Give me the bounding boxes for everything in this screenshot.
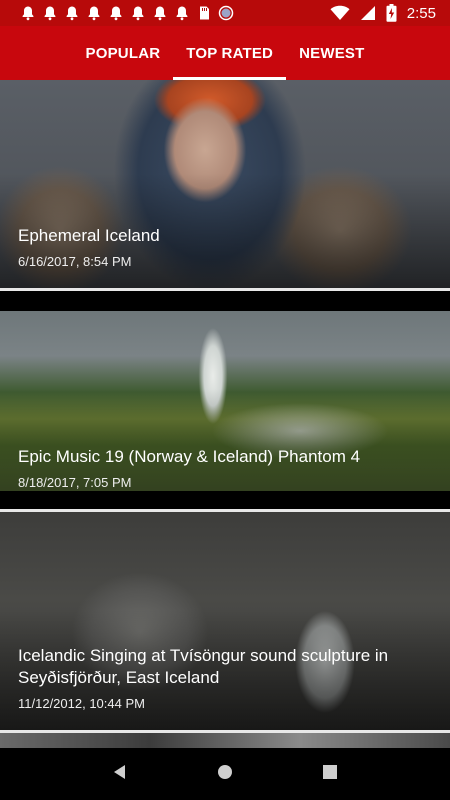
bell-icon	[88, 6, 100, 21]
video-date: 6/16/2017, 8:54 PM	[18, 254, 132, 269]
battery-charging-icon	[386, 4, 397, 22]
video-card[interactable]: Ephemeral Iceland 6/16/2017, 8:54 PM	[0, 80, 450, 288]
navigation-bar	[0, 748, 450, 800]
status-bar: 2:55	[0, 0, 450, 26]
bell-icon	[154, 6, 166, 21]
notification-icons	[0, 5, 234, 21]
bell-icon	[66, 6, 78, 21]
tab-popular[interactable]: POPULAR	[73, 26, 174, 80]
video-date: 8/18/2017, 7:05 PM	[18, 475, 132, 490]
video-card[interactable]: Epic Music 19 (Norway & Iceland) Phantom…	[0, 291, 450, 509]
tab-newest[interactable]: NEWEST	[286, 26, 377, 80]
home-icon	[218, 764, 232, 779]
back-button[interactable]	[113, 764, 127, 785]
status-time: 2:55	[406, 4, 436, 22]
signal-icon	[360, 6, 375, 20]
bell-icon	[44, 6, 56, 21]
circle-icon	[218, 5, 234, 21]
recents-button[interactable]	[323, 764, 337, 784]
wifi-icon	[330, 5, 350, 20]
video-date: 11/12/2012, 10:44 PM	[18, 696, 145, 711]
bell-icon	[132, 6, 144, 21]
video-card[interactable]: Icelandic Singing at Tvísöngur sound scu…	[0, 512, 450, 730]
video-title: Ephemeral Iceland	[18, 226, 160, 245]
sd-card-icon	[200, 6, 209, 20]
recents-icon	[323, 764, 337, 779]
video-list: Ephemeral Iceland 6/16/2017, 8:54 PM Epi…	[0, 80, 450, 748]
tab-top-rated[interactable]: TOP RATED	[173, 26, 286, 80]
home-button[interactable]	[217, 764, 233, 785]
tab-bar: POPULAR TOP RATED NEWEST	[0, 26, 450, 80]
back-icon	[114, 764, 125, 779]
video-title: Epic Music 19 (Norway & Iceland) Phantom…	[18, 447, 361, 466]
bell-icon	[110, 6, 122, 21]
video-card[interactable]	[0, 733, 450, 748]
video-title: Icelandic Singing at Tvísöngur sound scu…	[18, 646, 389, 687]
bell-icon	[22, 6, 34, 21]
bell-icon	[176, 6, 188, 21]
